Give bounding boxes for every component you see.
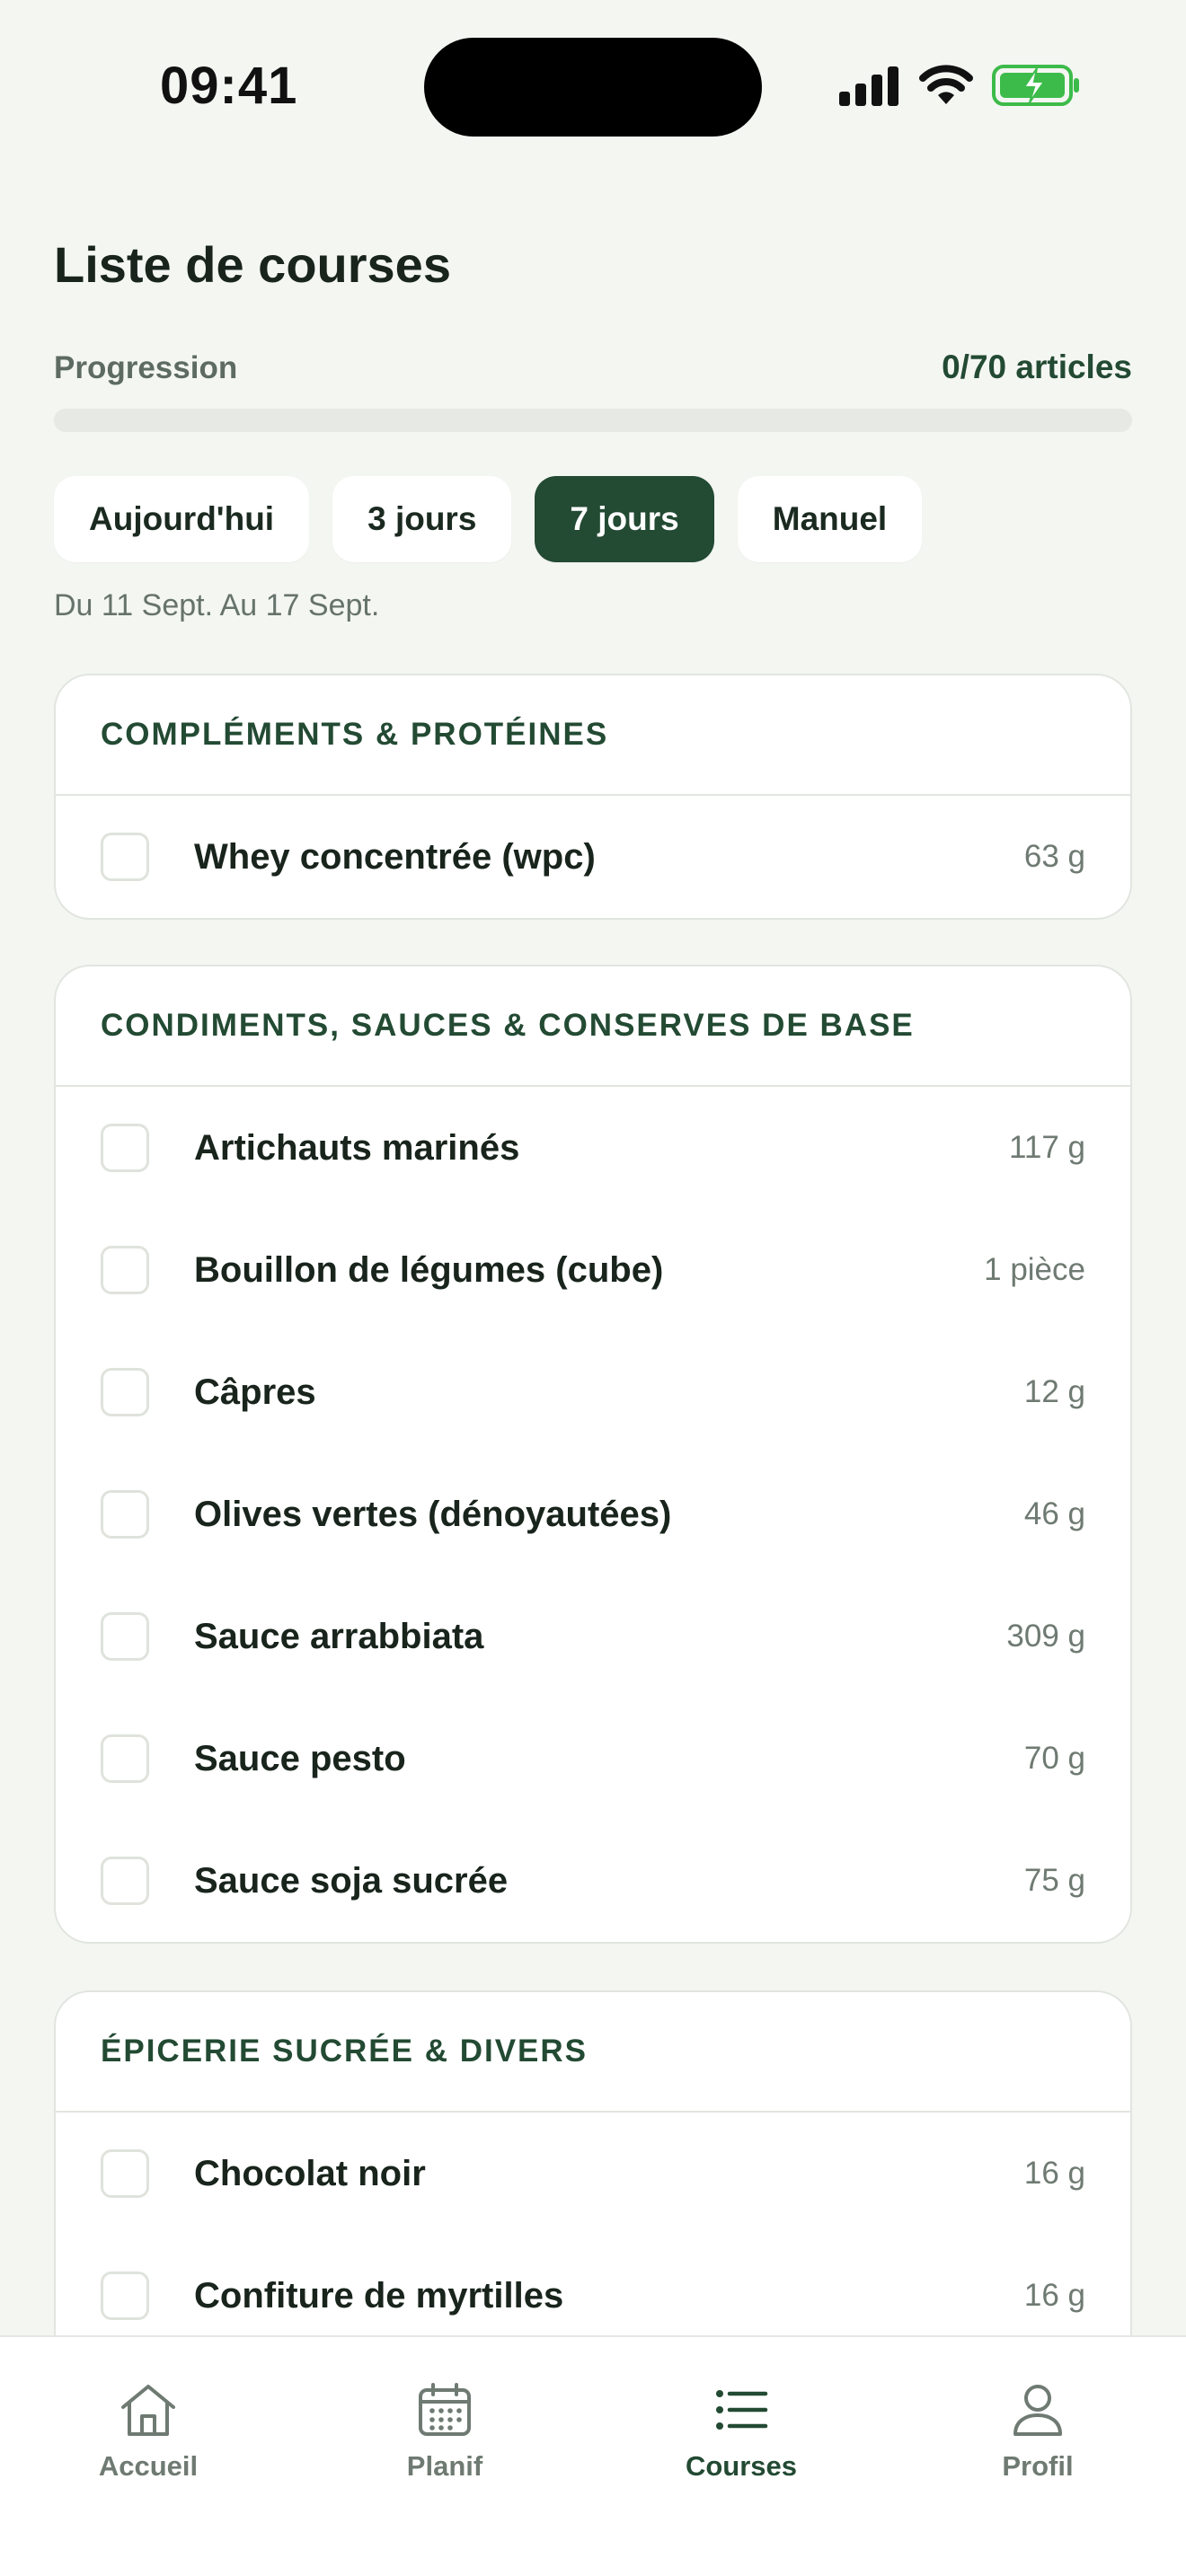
item-quantity: 1 pièce xyxy=(984,1252,1085,1287)
item-checkbox[interactable] xyxy=(101,2272,149,2320)
nav-item-home[interactable]: Accueil xyxy=(49,2382,247,2483)
category-card-supplements: COMPLÉMENTS & PROTÉINES Whey concentrée … xyxy=(54,674,1132,920)
item-name: Artichauts marinés xyxy=(194,1127,520,1168)
list-item[interactable]: Bouillon de légumes (cube) 1 pièce xyxy=(56,1209,1130,1331)
item-name: Chocolat noir xyxy=(194,2153,426,2193)
item-name: Câpres xyxy=(194,1372,316,1412)
chip-today[interactable]: Aujourd'hui xyxy=(54,476,310,562)
item-checkbox[interactable] xyxy=(101,1368,149,1416)
progress-bar xyxy=(54,409,1132,432)
nav-item-shopping[interactable]: Courses xyxy=(642,2382,840,2483)
page-title: Liste de courses xyxy=(54,236,451,293)
list-item[interactable]: Câpres 12 g xyxy=(56,1331,1130,1453)
item-checkbox[interactable] xyxy=(101,1734,149,1783)
item-name: Whey concentrée (wpc) xyxy=(194,836,596,877)
item-checkbox[interactable] xyxy=(101,1612,149,1661)
item-name: Sauce arrabbiata xyxy=(194,1616,484,1656)
category-title: ÉPICERIE SUCRÉE & DIVERS xyxy=(56,1992,1130,2113)
nav-label: Planif xyxy=(406,2450,483,2482)
item-name: Sauce pesto xyxy=(194,1738,406,1778)
list-item[interactable]: Olives vertes (dénoyautées) 46 g xyxy=(56,1453,1130,1575)
item-quantity: 70 g xyxy=(1023,1741,1085,1776)
nav-item-planning[interactable]: Planif xyxy=(346,2382,544,2483)
progress-count: 0/70 articles xyxy=(942,348,1132,385)
nav-item-profile[interactable]: Profil xyxy=(939,2382,1137,2483)
item-quantity: 16 g xyxy=(1023,2156,1085,2191)
item-quantity: 46 g xyxy=(1023,1496,1085,1531)
item-checkbox[interactable] xyxy=(101,2149,149,2198)
item-name: Confiture de myrtilles xyxy=(194,2275,564,2316)
item-checkbox[interactable] xyxy=(101,1124,149,1172)
bottom-nav: Accueil Planif Courses Profil xyxy=(0,2335,1186,2576)
item-quantity: 309 g xyxy=(1006,1619,1085,1654)
list-item[interactable]: Sauce soja sucrée 75 g xyxy=(56,1820,1130,1942)
dynamic-island xyxy=(424,38,762,137)
item-quantity: 63 g xyxy=(1023,839,1085,874)
item-name: Bouillon de légumes (cube) xyxy=(194,1249,664,1290)
item-checkbox[interactable] xyxy=(101,1246,149,1294)
item-name: Sauce soja sucrée xyxy=(194,1860,509,1901)
item-checkbox[interactable] xyxy=(101,1857,149,1905)
wifi-icon xyxy=(919,65,973,104)
item-quantity: 12 g xyxy=(1023,1374,1085,1409)
category-title: COMPLÉMENTS & PROTÉINES xyxy=(56,675,1130,796)
item-quantity: 16 g xyxy=(1023,2278,1085,2313)
item-name: Olives vertes (dénoyautées) xyxy=(194,1494,672,1534)
list-item[interactable]: Chocolat noir 16 g xyxy=(56,2113,1130,2235)
calendar-icon xyxy=(419,2383,471,2436)
list-item[interactable]: Sauce arrabbiata 309 g xyxy=(56,1575,1130,1698)
nav-label: Accueil xyxy=(98,2450,199,2482)
list-icon xyxy=(716,2390,768,2430)
home-icon xyxy=(121,2385,175,2436)
period-filter: Aujourd'hui 3 jours 7 jours Manuel xyxy=(54,476,923,562)
chip-3-days[interactable]: 3 jours xyxy=(332,476,512,562)
item-checkbox[interactable] xyxy=(101,833,149,881)
item-checkbox[interactable] xyxy=(101,1490,149,1539)
nav-label: Courses xyxy=(685,2450,798,2482)
list-item[interactable]: Artichauts marinés 117 g xyxy=(56,1087,1130,1209)
chip-manual[interactable]: Manuel xyxy=(737,476,923,562)
nav-label: Profil xyxy=(1002,2450,1074,2482)
list-item[interactable]: Whey concentrée (wpc) 63 g xyxy=(56,796,1130,918)
progress-label: Progression xyxy=(54,350,238,385)
cellular-signal-icon xyxy=(839,66,898,106)
status-time: 09:41 xyxy=(160,57,298,115)
item-quantity: 75 g xyxy=(1023,1863,1085,1898)
status-bar: 09:41 xyxy=(0,0,1186,171)
battery-charging-icon xyxy=(992,65,1079,106)
category-title: CONDIMENTS, SAUCES & CONSERVES DE BASE xyxy=(56,966,1130,1087)
category-card-sweet-grocery: ÉPICERIE SUCRÉE & DIVERS Chocolat noir 1… xyxy=(54,1990,1132,2368)
date-range: Du 11 Sept. Au 17 Sept. xyxy=(54,588,380,622)
user-icon xyxy=(1013,2385,1062,2436)
chip-7-days[interactable]: 7 jours xyxy=(535,476,714,562)
list-item[interactable]: Sauce pesto 70 g xyxy=(56,1698,1130,1820)
item-quantity: 117 g xyxy=(1009,1130,1085,1165)
category-card-condiments: CONDIMENTS, SAUCES & CONSERVES DE BASE A… xyxy=(54,965,1132,1944)
